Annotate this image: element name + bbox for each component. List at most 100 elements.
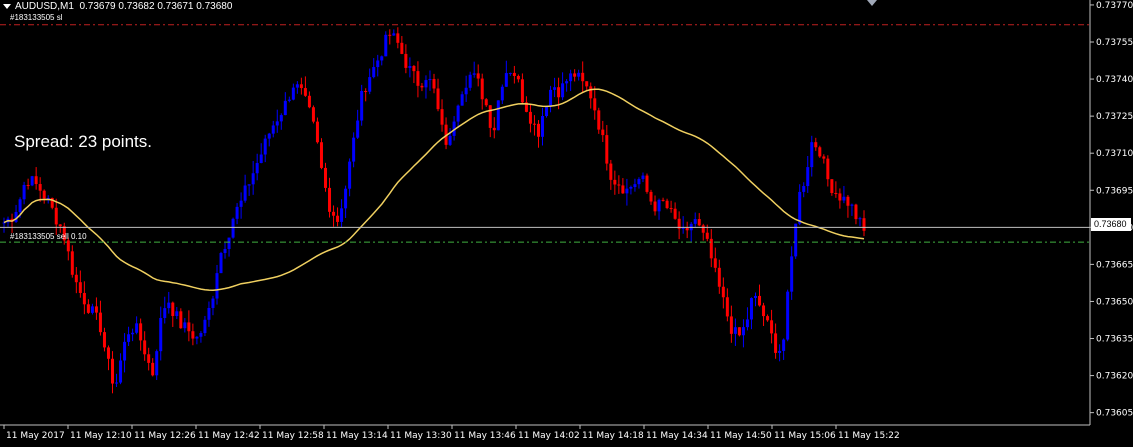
candle-body [810,142,814,168]
candle [26,178,30,190]
candle-body [545,106,549,117]
candle-body [842,196,846,201]
candle [553,77,557,98]
time-tick-label: 11 May 15:22 [838,431,900,441]
candle [681,216,685,234]
candle [862,210,866,237]
candle-body [336,215,340,222]
chart-header: AUDUSD,M1 0.73679 0.73682 0.73671 0.7368… [3,1,232,12]
symbol-label: AUDUSD,M1 [15,1,74,12]
collapse-triangle-icon[interactable] [3,3,11,9]
candle-body [303,88,307,96]
chart-window[interactable]: 0.73770 0.73755 0.73740 0.73725 0.73710 0.736… [0,0,1133,443]
candle-body [187,322,191,332]
candle-body [456,105,460,122]
candle [400,36,404,55]
candle-body [492,127,496,131]
candle [171,301,175,327]
candle [86,299,90,314]
candle-body [263,138,267,155]
candle [175,307,179,320]
candle-body [858,218,862,220]
candle-body [380,56,384,61]
candle-body [516,75,520,80]
candle [665,198,669,210]
candle [30,175,34,187]
candle-body [259,154,263,164]
candle [102,327,106,352]
candle-body [18,199,22,212]
candle [842,185,846,204]
candle [625,178,629,206]
candle [360,84,364,126]
candle [436,78,440,112]
candle-body [424,80,428,88]
candle-body [657,199,661,212]
candle-body [143,340,147,355]
candle [536,120,540,148]
candle [215,264,219,305]
candle [392,29,396,36]
candle [512,65,516,84]
candle [605,125,609,171]
candle [239,192,243,219]
candle [484,98,488,107]
price-tick-label: 0.73725 [1096,112,1133,122]
candle-body [26,184,30,186]
price-axis-ticks: 0.73770 0.73755 0.73740 0.73725 0.73710 0.736… [1090,1,1133,419]
candle-body [464,87,468,95]
candle-body [770,320,774,334]
candle [561,72,565,101]
candle [810,135,814,177]
candle [577,69,581,81]
candle [633,178,637,192]
candle [135,316,139,335]
candle [283,92,287,116]
candle-body [745,319,749,328]
candle [235,203,239,225]
candle [323,162,327,192]
candle [641,172,645,183]
candle [82,281,86,315]
candle-body [854,204,858,220]
candle [2,217,6,233]
candle [721,277,725,309]
candle-body [749,298,753,320]
candle [645,173,649,194]
candle-body [94,306,98,313]
candle-body [786,291,790,340]
candle-body [344,188,348,209]
candle-body [299,84,303,89]
candle [263,134,267,163]
candle [432,73,436,94]
candle-body [151,362,155,376]
candle [408,57,412,78]
candle [199,331,203,343]
candle-body [766,316,770,321]
candle [476,64,480,87]
scroll-marker-icon[interactable] [867,0,877,6]
candle [448,128,452,147]
candle [307,91,311,109]
candle [528,104,532,133]
candle-body [520,79,524,103]
candle-body [645,175,649,192]
candle [613,170,617,195]
price-chart[interactable]: 0.73770 0.73755 0.73740 0.73725 0.73710 0.736… [0,0,1133,443]
candle [151,358,155,377]
candle-body [227,237,231,249]
candle-body [862,218,866,231]
candle-body [255,163,259,174]
price-tick-label: 0.73710 [1096,149,1133,159]
candle-body [665,200,669,209]
candle [621,178,625,194]
candle [729,305,733,343]
candle-body [111,358,115,384]
candle-body [78,282,82,293]
candle [854,203,858,225]
candle [541,107,545,146]
candle-body [340,208,344,222]
candle-body [673,208,677,219]
price-tick-label: 0.73665 [1096,260,1133,270]
candle [713,247,717,273]
